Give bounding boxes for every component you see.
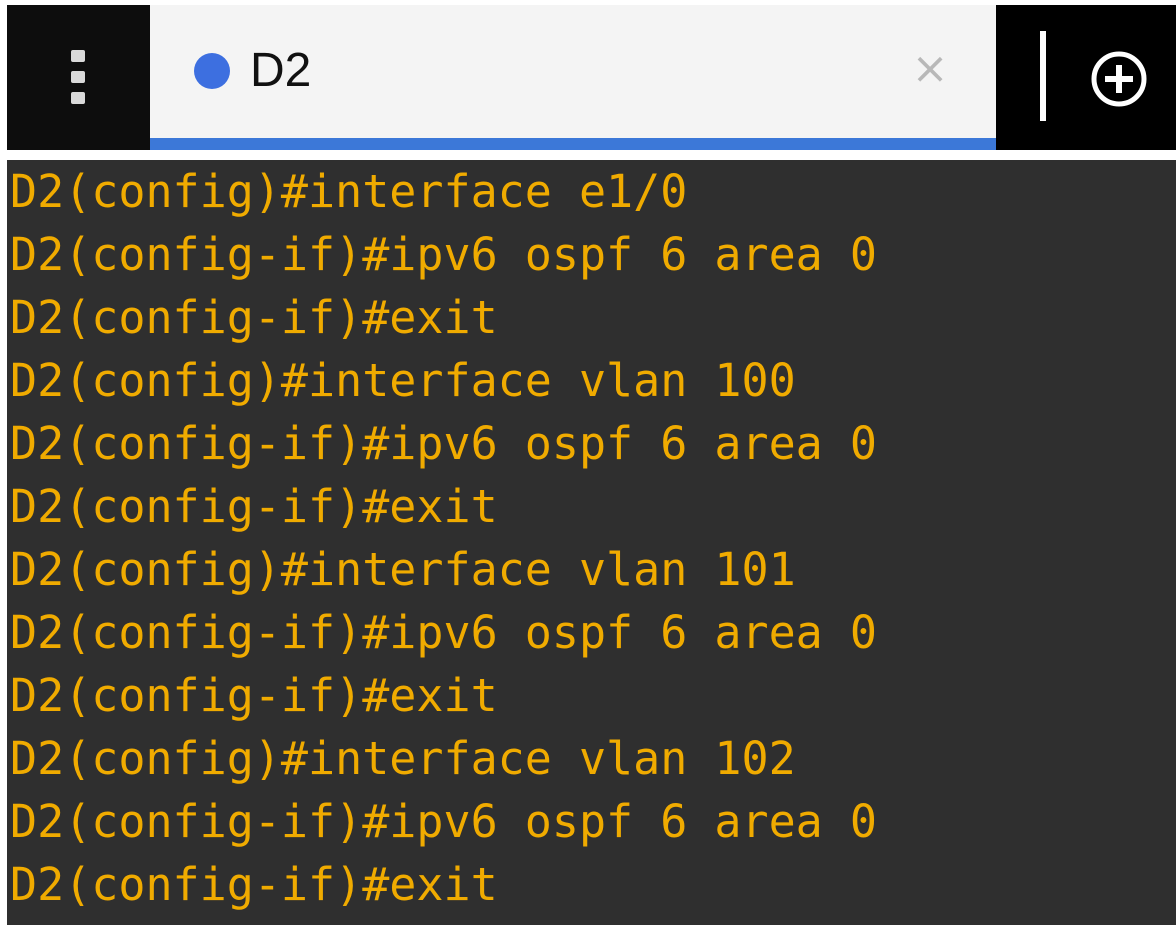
terminal-window: D2 × D2(config)#interface e1/0 D2(config… [0, 0, 1176, 925]
plus-circle-icon [1091, 51, 1147, 107]
terminal-line: D2(config-if)#exit [10, 291, 498, 344]
terminal-line: D2(config-if)#exit [10, 669, 498, 722]
tab-d2[interactable]: D2 × [150, 5, 996, 150]
blue-dot-icon [194, 53, 230, 89]
terminal-line: D2(config-if)#exit [10, 858, 498, 911]
terminal-output[interactable]: D2(config)#interface e1/0 D2(config-if)#… [7, 160, 1176, 925]
tab-label: D2 [250, 44, 312, 97]
terminal-line: D2(config-if)#ipv6 ospf 6 area 0 [10, 417, 877, 470]
terminal-line: D2(config-if)#ipv6 ospf 6 area 0 [10, 228, 877, 281]
terminal-line: D2(config)#interface vlan 100 [10, 354, 796, 407]
tab-divider [1040, 31, 1046, 121]
new-tab-button[interactable] [1090, 50, 1148, 108]
terminal-line: D2(config-if)#ipv6 ospf 6 area 0 [10, 795, 877, 848]
terminal-line: D2(config)#interface e1/0 [10, 165, 688, 218]
terminal-line: D2(config)#interface vlan 102 [10, 732, 796, 785]
active-tab-indicator [150, 138, 996, 150]
terminal-line: D2(config)#interface vlan 101 [10, 543, 796, 596]
terminal-line: D2(config-if)#ipv6 ospf 6 area 0 [10, 606, 877, 659]
terminal-line: D2(config-if)#exit [10, 480, 498, 533]
close-icon[interactable]: × [908, 41, 952, 97]
menu-button[interactable] [7, 5, 150, 150]
tab-bar: D2 × [7, 5, 1176, 150]
vertical-dots-icon [71, 50, 85, 104]
